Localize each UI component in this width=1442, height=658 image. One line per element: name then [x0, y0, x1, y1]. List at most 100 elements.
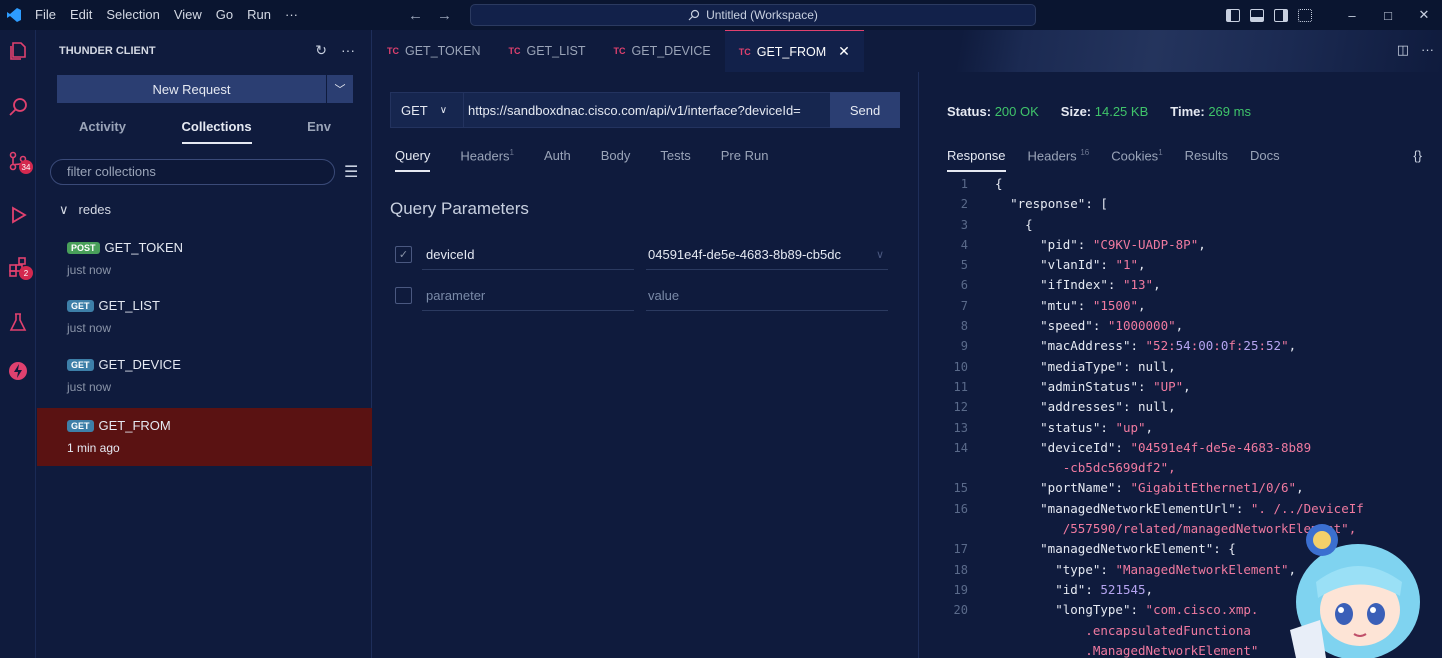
menu-more[interactable]: ···	[278, 0, 305, 30]
tab-get-from[interactable]: TC GET_FROM ✕	[724, 30, 864, 72]
line-number: 6	[960, 278, 968, 293]
hamburger-menu-icon[interactable]: ☰	[344, 162, 358, 182]
new-request-button[interactable]: New Request	[57, 75, 327, 103]
more-editor-actions-icon[interactable]: ···	[1421, 42, 1434, 58]
collection-folder[interactable]: ∨ redes	[59, 202, 111, 218]
menu-run[interactable]: Run	[240, 0, 278, 30]
run-debug-icon[interactable]	[0, 198, 36, 232]
minimize-button[interactable]: –	[1334, 8, 1370, 23]
more-actions-icon[interactable]: ···	[341, 42, 355, 59]
tab-env[interactable]: Env	[307, 116, 331, 144]
source-control-icon[interactable]: 34	[0, 144, 36, 178]
tab-activity[interactable]: Activity	[79, 116, 126, 144]
request-time: just now	[67, 263, 112, 277]
tab-tests[interactable]: Tests	[660, 148, 690, 163]
code-text: "pid": "C9KV-UADP-8P",	[1040, 236, 1206, 252]
line-number: 15	[953, 481, 968, 496]
line-number: 9	[960, 339, 968, 354]
line-number: 18	[953, 562, 968, 577]
refresh-icon[interactable]: ↻	[315, 42, 327, 59]
param-value-input[interactable]: value	[646, 281, 888, 311]
request-item-get-token[interactable]: POST GET_TOKEN just now	[37, 234, 372, 292]
code-line: 7 "mtu": "1500",	[920, 296, 1442, 316]
thunder-client-sidebar: THUNDER CLIENT ↻ ··· New Request ﹀ Activ…	[37, 30, 372, 658]
tab-cookies[interactable]: Cookies1	[1111, 148, 1162, 163]
param-checkbox[interactable]	[395, 287, 412, 304]
tab-pre-run[interactable]: Pre Run	[721, 148, 769, 163]
line-number: 5	[960, 258, 968, 273]
back-arrow-icon[interactable]: ←	[408, 7, 423, 24]
request-name: GET_LIST	[98, 298, 160, 313]
param-key-input[interactable]: deviceId	[422, 240, 634, 270]
menu-file[interactable]: File	[28, 0, 63, 30]
menu-selection[interactable]: Selection	[99, 0, 166, 30]
chevron-down-icon[interactable]: ∨	[876, 248, 884, 261]
editor-tabs: TC GET_TOKEN TC GET_LIST TC GET_DEVICE T…	[373, 30, 919, 72]
line-number: 19	[953, 582, 968, 597]
editor-actions: ◫ ···	[1397, 42, 1434, 58]
forward-arrow-icon[interactable]: →	[437, 7, 452, 24]
code-text: "deviceId": "04591e4f-de5e-4683-8b89	[1040, 439, 1312, 455]
code-text: {	[995, 176, 1003, 191]
close-window-button[interactable]: ✕	[1406, 7, 1442, 23]
url-input[interactable]: https://sandboxdnac.cisco.com/api/v1/int…	[464, 92, 830, 128]
request-name: GET_DEVICE	[98, 357, 181, 372]
close-tab-icon[interactable]: ✕	[838, 43, 850, 60]
line-number: 12	[953, 400, 968, 415]
format-braces-icon[interactable]: {}	[1413, 148, 1422, 163]
code-text: "managedNetworkElement": {	[1040, 541, 1236, 557]
request-item-get-device[interactable]: GET GET_DEVICE just now	[37, 351, 372, 409]
tab-response-headers[interactable]: Headers 16	[1028, 148, 1090, 163]
testing-flask-icon[interactable]	[0, 305, 36, 339]
customize-layout-icon[interactable]	[1298, 8, 1312, 22]
maximize-button[interactable]: □	[1370, 8, 1406, 23]
search-icon	[688, 9, 700, 21]
filter-collections-input[interactable]: filter collections	[50, 159, 335, 185]
method-select[interactable]: GET ∨	[390, 92, 464, 128]
nav-arrows: ← →	[408, 0, 452, 30]
line-number: 17	[953, 542, 968, 557]
toggle-sidebar-icon[interactable]	[1226, 8, 1240, 22]
code-line: 14 "deviceId": "04591e4f-de5e-4683-8b89	[920, 438, 1442, 458]
split-editor-icon[interactable]: ◫	[1397, 42, 1409, 58]
param-value-input[interactable]: 04591e4f-de5e-4683-8b89-cb5dc	[646, 240, 888, 270]
param-key-input[interactable]: parameter	[422, 281, 634, 311]
code-text: "id": 521545,	[1055, 581, 1154, 597]
thunder-client-tab-icon: TC	[387, 46, 399, 56]
code-text: "addresses": null,	[1040, 399, 1176, 415]
send-button[interactable]: Send	[830, 92, 900, 128]
extensions-icon[interactable]: 2	[0, 250, 36, 284]
code-text: "status": "up",	[1040, 419, 1154, 435]
tab-get-token[interactable]: TC GET_TOKEN	[373, 30, 494, 72]
request-time: 1 min ago	[67, 441, 120, 455]
code-line: 3 {	[920, 215, 1442, 235]
chevron-down-icon: ∨	[439, 104, 448, 116]
request-item-get-list[interactable]: GET GET_LIST just now	[37, 292, 372, 350]
tab-get-list[interactable]: TC GET_LIST	[494, 30, 599, 72]
toggle-secondary-sidebar-icon[interactable]	[1274, 8, 1288, 22]
code-text: .ManagedNetworkElement"	[995, 642, 1259, 658]
tab-body[interactable]: Body	[601, 148, 631, 163]
menu-view[interactable]: View	[167, 0, 209, 30]
menu-go[interactable]: Go	[209, 0, 240, 30]
tab-results[interactable]: Results	[1185, 148, 1228, 163]
toggle-panel-icon[interactable]	[1250, 8, 1264, 22]
method-value: GET	[401, 102, 428, 118]
search-view-icon[interactable]	[0, 90, 36, 124]
thunder-client-icon[interactable]	[0, 354, 36, 388]
code-line: 1{	[920, 174, 1442, 194]
tab-docs[interactable]: Docs	[1250, 148, 1280, 163]
tab-label: GET_FROM	[756, 44, 827, 59]
tab-headers[interactable]: Headers1	[460, 148, 514, 163]
tab-collections[interactable]: Collections	[181, 116, 252, 144]
tab-auth[interactable]: Auth	[544, 148, 571, 163]
tab-query[interactable]: Query	[395, 148, 431, 173]
explorer-icon[interactable]	[0, 34, 36, 68]
command-center[interactable]: Untitled (Workspace)	[470, 4, 1036, 26]
tab-get-device[interactable]: TC GET_DEVICE	[600, 30, 725, 72]
chevron-down-icon[interactable]: ﹀	[327, 75, 353, 103]
param-checkbox[interactable]: ✓	[395, 246, 412, 263]
menu-edit[interactable]: Edit	[63, 0, 99, 30]
tab-response[interactable]: Response	[947, 148, 1006, 173]
request-item-get-from[interactable]: GET GET_FROM 1 min ago	[37, 408, 372, 466]
